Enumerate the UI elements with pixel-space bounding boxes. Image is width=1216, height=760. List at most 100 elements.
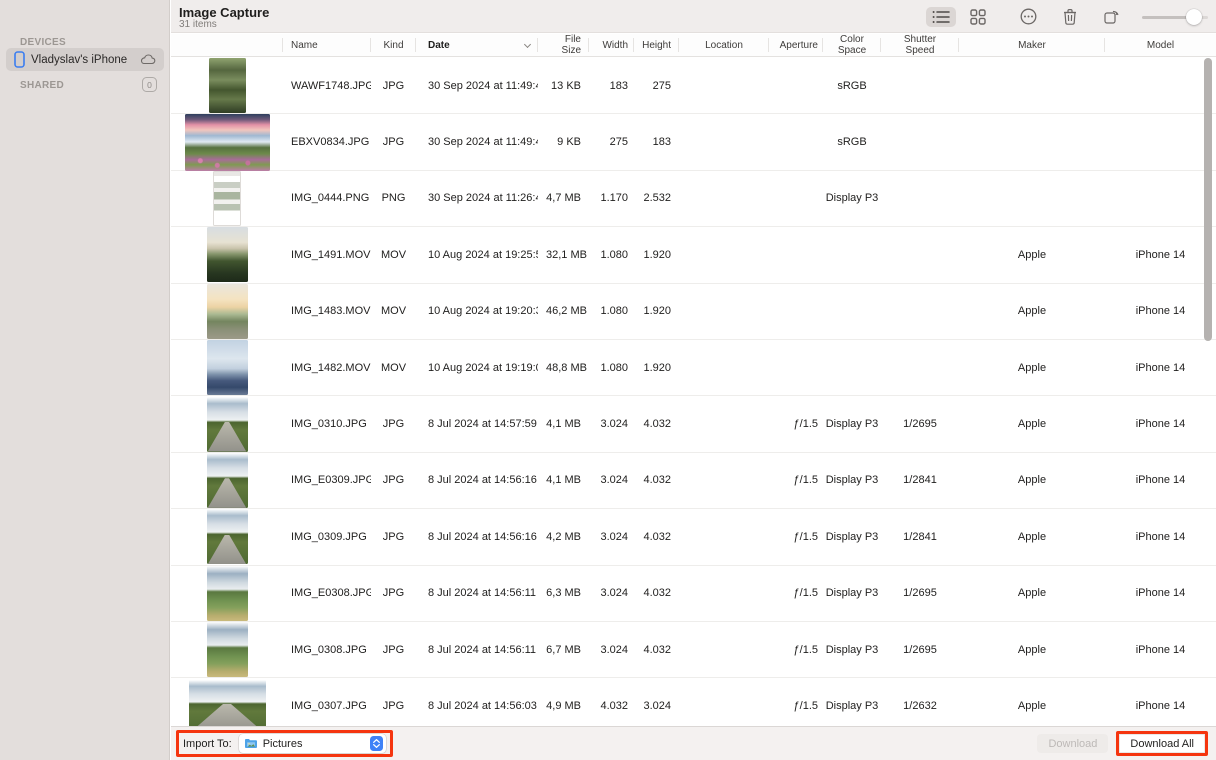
more-options-button[interactable] [1014, 5, 1043, 28]
photo-thumbnail[interactable] [207, 453, 248, 508]
thumbnail-cell [171, 227, 283, 282]
zoom-slider-knob[interactable] [1186, 9, 1202, 25]
photo-thumbnail[interactable] [185, 114, 270, 171]
cell-color_space: Display P3 [823, 700, 881, 712]
cell-size: 13 KB [538, 80, 589, 92]
grid-view-button[interactable] [964, 6, 992, 28]
column-header-maker[interactable]: Maker [959, 34, 1105, 56]
cell-name: IMG_0444.PNG [283, 192, 371, 204]
cell-date: 8 Jul 2024 at 14:56:16 [416, 531, 538, 543]
vertical-scrollbar[interactable] [1204, 58, 1212, 341]
shared-section-header: SHARED [20, 80, 64, 91]
cell-size: 6,7 MB [538, 644, 589, 656]
download-button[interactable]: Download [1037, 734, 1108, 753]
sidebar-item-device[interactable]: Vladyslav's iPhone [6, 48, 164, 71]
cell-width: 275 [589, 136, 634, 148]
table-row[interactable]: EBXV0834.JPGJPG30 Sep 2024 at 11:49:499 … [171, 114, 1216, 170]
column-header-size[interactable]: File Size [538, 34, 589, 56]
import-destination-popup[interactable]: Pictures [239, 734, 386, 753]
table-row[interactable]: WAWF1748.JPGJPG30 Sep 2024 at 11:49:4913… [171, 58, 1216, 114]
list-view-icon [932, 10, 950, 24]
cell-date: 10 Aug 2024 at 19:19:06 [416, 362, 538, 374]
table-row[interactable]: IMG_0310.JPGJPG8 Jul 2024 at 14:57:594,1… [171, 396, 1216, 452]
photo-thumbnail[interactable] [207, 227, 248, 282]
import-annotation-box: Import To: Pictures [176, 730, 393, 757]
delete-button[interactable] [1057, 5, 1083, 28]
cell-width: 3.024 [589, 418, 634, 430]
column-header-width[interactable]: Width [589, 34, 634, 56]
zoom-slider[interactable] [1142, 9, 1208, 25]
cell-height: 4.032 [634, 587, 679, 599]
column-header-label: Aperture [774, 40, 818, 51]
cell-aperture: ƒ/1.5 [769, 531, 823, 543]
cell-shutter: 1/2695 [881, 587, 959, 599]
photo-thumbnail[interactable] [207, 397, 248, 452]
rotate-button[interactable] [1097, 5, 1126, 28]
column-header-label: File Size [546, 34, 581, 56]
table-header: NameKind Date File Size WidthHeightLocation… [171, 34, 1216, 57]
column-header-kind[interactable]: Kind [371, 34, 416, 56]
cell-width: 183 [589, 80, 634, 92]
column-header-color_space[interactable]: Color Space [823, 34, 881, 56]
table-row[interactable]: IMG_0444.PNGPNG30 Sep 2024 at 11:26:444,… [171, 171, 1216, 227]
cell-model: iPhone 14 [1105, 474, 1216, 486]
table-row[interactable]: IMG_1482.MOVMOV10 Aug 2024 at 19:19:0648… [171, 340, 1216, 396]
column-header-height[interactable]: Height [634, 34, 679, 56]
cell-width: 1.170 [589, 192, 634, 204]
table-row[interactable]: IMG_1483.MOVMOV10 Aug 2024 at 19:20:3246… [171, 284, 1216, 340]
photo-thumbnail[interactable] [207, 509, 248, 564]
photo-thumbnail[interactable] [207, 566, 248, 621]
column-header-shutter[interactable]: Shutter Speed [881, 34, 959, 56]
table-row[interactable]: IMG_1491.MOVMOV10 Aug 2024 at 19:25:5232… [171, 227, 1216, 283]
cell-date: 8 Jul 2024 at 14:56:11 [416, 644, 538, 656]
table-row[interactable]: IMG_0307.JPGJPG8 Jul 2024 at 14:56:034,9… [171, 678, 1216, 726]
cell-name: IMG_1483.MOV [283, 305, 371, 317]
photo-thumbnail[interactable] [207, 340, 248, 395]
thumbnail-cell [171, 284, 283, 339]
table-row[interactable]: IMG_E0309.JPGJPG8 Jul 2024 at 14:56:164,… [171, 453, 1216, 509]
column-header-model[interactable]: Model [1105, 34, 1216, 56]
thumbnail-cell [171, 566, 283, 621]
list-view-button[interactable] [926, 7, 956, 27]
cell-kind: PNG [371, 192, 416, 204]
thumbnail-column-header[interactable] [171, 34, 283, 56]
cell-height: 1.920 [634, 305, 679, 317]
cloud-icon [140, 54, 156, 65]
cell-maker: Apple [959, 700, 1105, 712]
cell-kind: JPG [371, 700, 416, 712]
photo-thumbnail[interactable] [189, 680, 266, 726]
table-row[interactable]: IMG_0308.JPGJPG8 Jul 2024 at 14:56:116,7… [171, 622, 1216, 678]
cell-model: iPhone 14 [1105, 700, 1216, 712]
column-header-date[interactable]: Date [416, 34, 538, 56]
cell-width: 1.080 [589, 362, 634, 374]
cell-height: 4.032 [634, 531, 679, 543]
table-row[interactable]: IMG_E0308.JPGJPG8 Jul 2024 at 14:56:116,… [171, 566, 1216, 622]
thumbnail-cell [171, 509, 283, 564]
cell-height: 2.532 [634, 192, 679, 204]
titlebar: Image Capture 31 items [171, 0, 1216, 33]
cell-name: IMG_0308.JPG [283, 644, 371, 656]
cell-model: iPhone 14 [1105, 362, 1216, 374]
column-header-label: Date [428, 40, 526, 51]
cell-model: iPhone 14 [1105, 531, 1216, 543]
cell-model: iPhone 14 [1105, 249, 1216, 261]
shared-count-badge[interactable]: 0 [142, 77, 157, 92]
cell-height: 4.032 [634, 474, 679, 486]
photo-thumbnail[interactable] [207, 622, 248, 677]
table-row[interactable]: IMG_0309.JPGJPG8 Jul 2024 at 14:56:164,2… [171, 509, 1216, 565]
photo-thumbnail[interactable] [207, 284, 248, 339]
column-header-label: Shutter Speed [891, 34, 949, 56]
download-all-button[interactable]: Download All [1119, 734, 1205, 753]
cell-date: 8 Jul 2024 at 14:56:16 [416, 474, 538, 486]
photo-thumbnail[interactable] [213, 171, 241, 226]
column-header-name[interactable]: Name [283, 34, 371, 56]
column-header-aperture[interactable]: Aperture [769, 34, 823, 56]
cell-width: 1.080 [589, 305, 634, 317]
column-header-location[interactable]: Location [679, 34, 769, 56]
cell-size: 46,2 MB [538, 305, 589, 317]
cell-date: 10 Aug 2024 at 19:25:52 [416, 249, 538, 261]
photo-thumbnail[interactable] [209, 58, 246, 113]
cell-kind: JPG [371, 80, 416, 92]
cell-height: 4.032 [634, 418, 679, 430]
rotate-icon [1103, 8, 1120, 25]
